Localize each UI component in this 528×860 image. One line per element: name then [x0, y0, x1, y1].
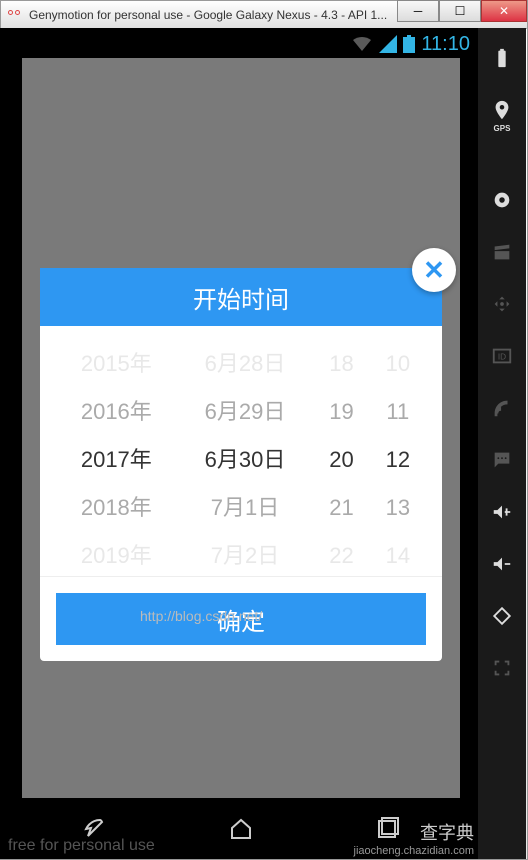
wifi-icon — [351, 35, 373, 53]
dpad-icon[interactable] — [490, 292, 514, 316]
clock: 11:10 — [421, 33, 470, 56]
picker-option: 18 — [313, 340, 369, 388]
emulator-toolbar: GPS ID — [478, 28, 526, 859]
android-statusbar: 11:10 — [0, 28, 478, 60]
gps-icon[interactable]: GPS — [490, 98, 514, 122]
app-icon — [7, 7, 23, 23]
picker-option: 6月30日 — [177, 436, 314, 484]
picker-option: 13 — [370, 484, 426, 532]
hour-picker[interactable]: 18 19 20 21 22 — [313, 340, 369, 568]
fullscreen-icon[interactable] — [490, 656, 514, 680]
close-button[interactable]: ✕ — [481, 0, 527, 22]
svg-text:ID: ID — [498, 353, 506, 362]
footer-brand: free for personal use — [8, 837, 155, 855]
picker-option: 6月28日 — [177, 340, 314, 388]
picker-option: 2017年 — [56, 436, 177, 484]
picker-option: 2016年 — [56, 388, 177, 436]
dialog-close-button[interactable]: ✕ — [412, 248, 456, 292]
picker-option: 11 — [370, 388, 426, 436]
picker-option: 6月29日 — [177, 388, 314, 436]
picker-option: 2019年 — [56, 532, 177, 568]
date-picker[interactable]: 6月28日 6月29日 6月30日 7月1日 7月2日 — [177, 340, 314, 568]
window-titlebar: Genymotion for personal use - Google Gal… — [1, 1, 527, 29]
picker-option: 21 — [313, 484, 369, 532]
corner-mark: 查字典 jiaocheng.chazidian.com — [354, 819, 474, 857]
picker-container: 2015年 2016年 2017年 2018年 2019年 6月28日 6月29… — [40, 326, 442, 576]
maximize-button[interactable]: ☐ — [439, 0, 481, 22]
sms-icon[interactable] — [490, 448, 514, 472]
picker-option: 2018年 — [56, 484, 177, 532]
signal-icon[interactable] — [490, 396, 514, 420]
id-icon[interactable]: ID — [490, 344, 514, 368]
app-screen: 开始时间 ✕ 2015年 2016年 2017年 2018年 2019年 6月2… — [22, 58, 460, 798]
clapperboard-icon[interactable] — [490, 240, 514, 264]
rotate-icon[interactable] — [490, 604, 514, 628]
picker-option: 20 — [313, 436, 369, 484]
home-button[interactable] — [226, 814, 256, 849]
picker-option: 7月2日 — [177, 532, 314, 568]
window-title: Genymotion for personal use - Google Gal… — [29, 8, 397, 22]
datetime-dialog: 开始时间 ✕ 2015年 2016年 2017年 2018年 2019年 6月2… — [40, 268, 442, 661]
dialog-header: 开始时间 ✕ — [40, 268, 442, 326]
volume-up-icon[interactable] — [490, 500, 514, 524]
dialog-title: 开始时间 — [193, 280, 289, 315]
year-picker[interactable]: 2015年 2016年 2017年 2018年 2019年 — [56, 340, 177, 568]
picker-option: 12 — [370, 436, 426, 484]
picker-option: 7月1日 — [177, 484, 314, 532]
cell-icon — [379, 35, 397, 53]
volume-down-icon[interactable] — [490, 552, 514, 576]
minute-picker[interactable]: 10 11 12 13 14 — [370, 340, 426, 568]
minimize-button[interactable]: ─ — [397, 0, 439, 22]
picker-option: 2015年 — [56, 340, 177, 388]
picker-option: 22 — [313, 532, 369, 568]
confirm-button[interactable]: 确定 — [56, 593, 426, 645]
picker-option: 14 — [370, 532, 426, 568]
camera-icon[interactable] — [490, 188, 514, 212]
battery-status-icon — [403, 35, 415, 53]
picker-option: 19 — [313, 388, 369, 436]
battery-icon[interactable] — [490, 46, 514, 70]
picker-option: 10 — [370, 340, 426, 388]
